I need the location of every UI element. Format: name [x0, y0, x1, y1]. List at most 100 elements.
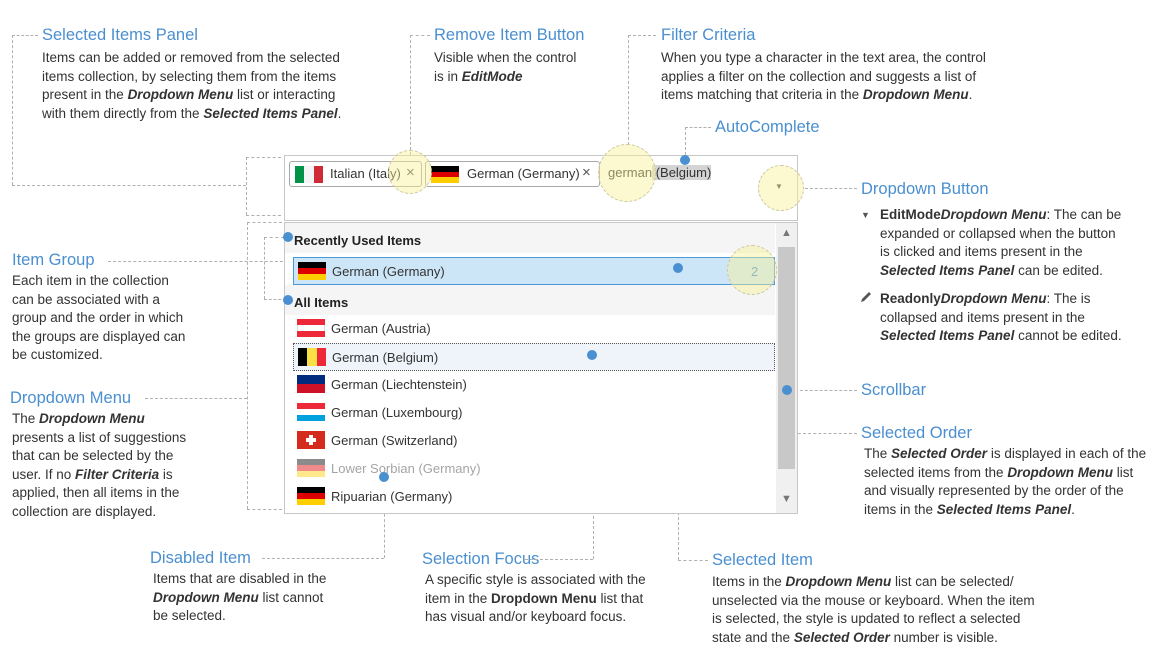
highlight-dropdown-button	[758, 165, 804, 211]
leader-line	[246, 215, 281, 216]
dropdown-menu-title: Dropdown Menu	[10, 389, 132, 407]
desc-line: that can be selected by the	[12, 448, 174, 463]
desc-line: user. If no Filter Criteria is	[12, 466, 173, 482]
desc-line: A specific style is associated with the	[425, 572, 646, 587]
filter-criteria-title: Filter Criteria	[661, 26, 756, 44]
item-label: Ripuarian (Germany)	[331, 489, 453, 504]
dropdown-menu[interactable]: Recently Used Items German (Germany) 2 A…	[284, 222, 798, 514]
autocomplete-suggestion: (Belgium)	[652, 165, 712, 180]
desc-line: selected items from the Dropdown Menu li…	[864, 464, 1134, 480]
highlight-remove-button	[388, 150, 432, 194]
filter-criteria-desc: When you type a character in the text ar…	[661, 49, 1031, 105]
desc-line: The Selected Order is displayed in each …	[864, 446, 1147, 461]
list-item-focused[interactable]: German (Belgium)	[293, 343, 775, 371]
group-header: All Items	[285, 285, 775, 315]
desc-line: applied, then all items in the	[12, 485, 180, 500]
remove-item-icon[interactable]: ×	[582, 164, 591, 181]
leader-line	[685, 127, 711, 128]
autocomplete-marker	[680, 155, 690, 165]
selected-item-marker	[673, 263, 683, 273]
chip-label: German (Germany)	[467, 166, 580, 181]
desc-line: presents a list of suggestions	[12, 429, 187, 445]
desc-line: is clicked and items present in the	[880, 244, 1083, 259]
selected-order-title: Selected Order	[861, 424, 972, 442]
list-item[interactable]: German (Switzerland)	[293, 427, 773, 453]
desc-line: applies a filter on the collection and s…	[661, 68, 977, 84]
scrollbar[interactable]: ▲ ▼	[776, 223, 797, 513]
desc-line: EditModeDropdown Menu: The can be	[880, 207, 1122, 222]
item-label: German (Liechtenstein)	[331, 377, 467, 392]
list-item[interactable]: Ripuarian (Germany)	[293, 483, 773, 509]
list-item-selected[interactable]: German (Germany) 2	[293, 257, 775, 285]
desc-line: collection are displayed.	[12, 503, 157, 519]
germany-flag-icon	[297, 487, 325, 505]
selected-items-panel[interactable]: Italian (Italy) × German (Germany) × ger…	[284, 155, 798, 221]
item-label: German (Austria)	[331, 321, 431, 336]
scroll-down-icon[interactable]: ▼	[776, 493, 797, 505]
desc-line: has visual and/or keyboard focus.	[425, 609, 627, 624]
liechtenstein-flag-icon	[297, 375, 325, 393]
desc-line: the groups are displayed can	[12, 328, 186, 344]
desc-line: and visually represented by the order of…	[864, 483, 1124, 498]
list-item[interactable]: German (Luxembourg)	[293, 399, 773, 425]
remove-item-button-title: Remove Item Button	[434, 26, 585, 44]
leader-line	[145, 398, 247, 399]
germany-flag-icon	[297, 459, 325, 477]
desc-line: Dropdown Menu list cannot	[153, 589, 324, 605]
selected-item-desc: Items in the Dropdown Menu list can be s…	[712, 573, 1072, 647]
scrollbar-thumb[interactable]	[778, 247, 795, 469]
desc-line: When you type a character in the text ar…	[661, 50, 986, 65]
dropdown-menu-desc: The Dropdown Menu presents a list of sugg…	[12, 410, 212, 521]
pencil-icon	[859, 290, 873, 309]
austria-flag-icon	[297, 319, 325, 337]
leader-line	[108, 261, 288, 262]
remove-item-button-desc: Visible when the control is in EditMode	[434, 49, 614, 86]
desc-line: group and the order in which	[12, 310, 184, 325]
selected-items-panel-title: Selected Items Panel	[42, 26, 198, 44]
desc-line: collapsed and items present in the	[880, 309, 1085, 325]
dropdown-button-editmode-desc: EditModeDropdown Menu: The can be expande…	[880, 206, 1160, 280]
selected-item-title: Selected Item	[712, 551, 813, 569]
germany-flag-icon	[431, 166, 459, 183]
leader-line	[790, 390, 857, 391]
selected-chip-german[interactable]: German (Germany) ×	[425, 161, 600, 187]
list-item[interactable]: German (Austria)	[293, 315, 773, 341]
leader-line	[262, 558, 384, 559]
scrollbar-marker	[782, 385, 792, 395]
desc-line: can be associated with a	[12, 291, 160, 307]
list-item[interactable]: German (Liechtenstein)	[293, 371, 773, 397]
selection-focus-desc: A specific style is associated with the i…	[425, 571, 685, 627]
leader-line	[264, 237, 284, 238]
leader-line	[525, 559, 593, 560]
leader-line	[247, 222, 282, 223]
highlight-selected-order	[727, 245, 777, 295]
luxembourg-flag-icon	[297, 403, 325, 421]
dropdown-button-title: Dropdown Button	[861, 180, 989, 198]
desc-line: be selected.	[153, 608, 226, 623]
leader-line	[246, 157, 281, 158]
leader-line	[678, 560, 708, 561]
desc-line: state and the Selected Order number is v…	[712, 629, 998, 645]
selected-order-desc: The Selected Order is displayed in each …	[864, 445, 1164, 519]
item-label: German (Germany)	[332, 264, 445, 279]
italy-flag-icon	[295, 166, 323, 183]
leader-line	[246, 157, 247, 215]
leader-line	[264, 237, 265, 299]
desc-line: Visible when the control	[434, 50, 577, 65]
disabled-item-desc: Items that are disabled in the Dropdown M…	[153, 570, 373, 626]
selected-items-panel-desc: Items can be added or removed from the s…	[42, 49, 382, 123]
item-group-marker	[283, 232, 293, 242]
chevron-down-icon: ▼	[861, 210, 870, 220]
selection-focus-title: Selection Focus	[422, 550, 540, 568]
desc-line: is selected, the style is updated to ref…	[712, 611, 1021, 626]
desc-line: ReadonlyDropdown Menu: The is	[880, 291, 1091, 306]
scroll-up-icon[interactable]: ▲	[776, 227, 797, 239]
desc-line: be customized.	[12, 347, 103, 362]
item-group-desc: Each item in the collection can be associ…	[12, 272, 212, 365]
item-label: German (Luxembourg)	[331, 405, 463, 420]
dropdown-button-readonly-desc: ReadonlyDropdown Menu: The is collapsed a…	[880, 290, 1160, 346]
switzerland-flag-icon	[297, 431, 325, 449]
desc-line: items collection, by selecting them from…	[42, 68, 337, 84]
autocomplete-title: AutoComplete	[715, 118, 820, 136]
desc-line: expanded or collapsed when the button	[880, 225, 1116, 241]
